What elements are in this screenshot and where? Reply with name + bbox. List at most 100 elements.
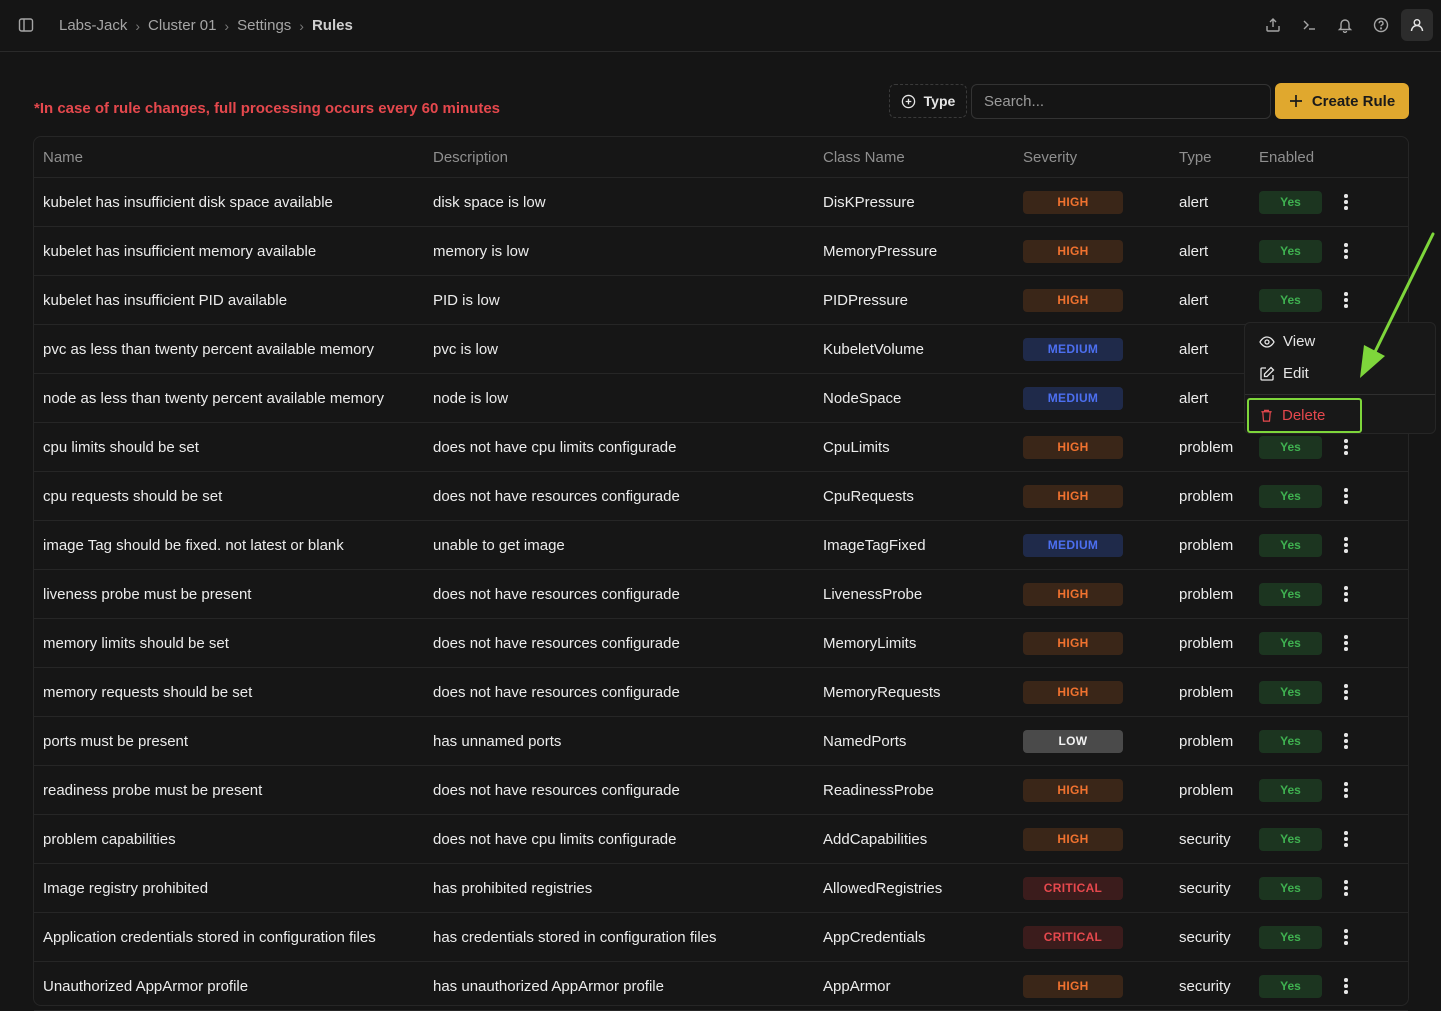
severity-cell: MEDIUM	[1023, 521, 1123, 569]
column-header-severity[interactable]: Severity	[1023, 137, 1077, 177]
breadcrumb-item-cluster[interactable]: Cluster 01	[148, 17, 216, 34]
table-row[interactable]: kubelet has insufficient disk space avai…	[34, 178, 1408, 227]
enabled-badge[interactable]: Yes	[1259, 582, 1322, 606]
column-header-description[interactable]: Description	[433, 137, 508, 177]
table-row[interactable]: cpu limits should be set does not have cp…	[34, 423, 1408, 472]
rule-name: ports must be present	[43, 732, 189, 750]
table-row[interactable]: cpu requests should be set does not have …	[34, 472, 1408, 521]
row-actions-button[interactable]	[1336, 913, 1356, 961]
help-icon[interactable]	[1365, 9, 1397, 41]
severity-badge: HIGH	[1023, 827, 1123, 851]
table-row[interactable]: kubelet has insufficient memory availabl…	[34, 227, 1408, 276]
search-input[interactable]	[971, 84, 1271, 119]
severity-cell: HIGH	[1023, 227, 1123, 275]
enabled-badge[interactable]: Yes	[1259, 288, 1322, 312]
table-row[interactable]: kubelet has insufficient PID available PI…	[34, 276, 1408, 325]
rule-class-name: NamedPorts	[823, 732, 907, 750]
chevron-right-icon: ›	[299, 17, 304, 34]
bell-icon[interactable]	[1329, 9, 1361, 41]
create-rule-button[interactable]: Create Rule	[1275, 83, 1409, 119]
severity-badge: HIGH	[1023, 778, 1123, 802]
column-header-enabled[interactable]: Enabled	[1259, 137, 1314, 177]
row-actions-button[interactable]	[1336, 178, 1356, 226]
enabled-badge[interactable]: Yes	[1259, 827, 1322, 851]
enabled-cell: Yes	[1259, 619, 1322, 667]
row-actions-button[interactable]	[1336, 472, 1356, 520]
terminal-icon[interactable]	[1293, 9, 1325, 41]
sidebar-toggle-icon[interactable]	[14, 13, 38, 37]
enabled-badge[interactable]: Yes	[1259, 925, 1322, 949]
more-vertical-icon	[1344, 782, 1348, 798]
row-actions-button[interactable]	[1336, 815, 1356, 863]
enabled-cell: Yes	[1259, 570, 1322, 618]
enabled-badge[interactable]: Yes	[1259, 680, 1322, 704]
table-row[interactable]: image Tag should be fixed. not latest or…	[34, 521, 1408, 570]
rule-type: problem	[1179, 781, 1234, 799]
breadcrumb-item-settings[interactable]: Settings	[237, 17, 291, 34]
rule-name: readiness probe must be present	[43, 781, 263, 799]
rule-name: cpu requests should be set	[43, 487, 223, 505]
rule-description: has prohibited registries	[433, 879, 593, 897]
menu-item-edit[interactable]: Edit	[1259, 365, 1309, 382]
rule-class-name: PIDPressure	[823, 291, 909, 309]
enabled-badge[interactable]: Yes	[1259, 729, 1322, 753]
rule-description: disk space is low	[433, 193, 546, 211]
user-icon[interactable]	[1401, 9, 1433, 41]
enabled-badge[interactable]: Yes	[1259, 631, 1322, 655]
table-row[interactable]: Image registry prohibited has prohibited …	[34, 864, 1408, 913]
rule-description: does not have resources configurade	[433, 683, 680, 701]
enabled-badge[interactable]: Yes	[1259, 876, 1322, 900]
column-header-type[interactable]: Type	[1179, 137, 1212, 177]
table-row[interactable]: liveness probe must be present does not h…	[34, 570, 1408, 619]
enabled-cell: Yes	[1259, 521, 1322, 569]
severity-badge: HIGH	[1023, 239, 1123, 263]
column-header-class-name[interactable]: Class Name	[823, 137, 905, 177]
enabled-cell: Yes	[1259, 668, 1322, 716]
menu-item-view[interactable]: View	[1259, 333, 1315, 350]
more-vertical-icon	[1344, 194, 1348, 210]
enabled-badge[interactable]: Yes	[1259, 533, 1322, 557]
rule-name: Unauthorized AppArmor profile	[43, 977, 249, 995]
rule-description: node is low	[433, 389, 509, 407]
row-actions-button[interactable]	[1336, 619, 1356, 667]
table-row[interactable]: node as less than twenty percent availab…	[34, 374, 1408, 423]
row-actions-button[interactable]	[1336, 717, 1356, 765]
enabled-badge[interactable]: Yes	[1259, 484, 1322, 508]
enabled-badge[interactable]: Yes	[1259, 190, 1322, 214]
table-row[interactable]: memory limits should be set does not have…	[34, 619, 1408, 668]
rule-type: alert	[1179, 193, 1209, 211]
table-row[interactable]: memory requests should be set does not ha…	[34, 668, 1408, 717]
row-actions-button[interactable]	[1336, 570, 1356, 618]
rule-type: problem	[1179, 438, 1234, 456]
severity-cell: CRITICAL	[1023, 864, 1123, 912]
row-actions-button[interactable]	[1336, 521, 1356, 569]
plus-icon	[1289, 95, 1302, 107]
row-actions-button[interactable]	[1336, 962, 1356, 1010]
enabled-badge[interactable]: Yes	[1259, 239, 1322, 263]
enabled-cell: Yes	[1259, 913, 1322, 961]
rule-description: has credentials stored in configuration …	[433, 928, 717, 946]
rule-class-name: KubeletVolume	[823, 340, 924, 358]
rule-type: security	[1179, 928, 1231, 946]
row-actions-button[interactable]	[1336, 668, 1356, 716]
upload-icon[interactable]	[1257, 9, 1289, 41]
table-row[interactable]: ports must be present has unnamed ports Na…	[34, 717, 1408, 766]
enabled-badge[interactable]: Yes	[1259, 974, 1322, 998]
row-actions-button[interactable]	[1336, 766, 1356, 814]
breadcrumb-item-labs-jack[interactable]: Labs-Jack	[59, 17, 127, 34]
enabled-badge[interactable]: Yes	[1259, 778, 1322, 802]
rule-class-name: DisKPressure	[823, 193, 915, 211]
enabled-badge[interactable]: Yes	[1259, 435, 1322, 459]
plus-circle-icon	[901, 94, 915, 108]
column-header-name[interactable]: Name	[43, 137, 83, 177]
table-row[interactable]: Unauthorized AppArmor profile has unautho…	[34, 962, 1408, 1011]
delete-highlight-box	[1247, 398, 1362, 433]
table-row[interactable]: Application credentials stored in config…	[34, 913, 1408, 962]
severity-cell: HIGH	[1023, 619, 1123, 667]
table-row[interactable]: pvc as less than twenty percent availabl…	[34, 325, 1408, 374]
type-filter-button[interactable]: Type	[889, 84, 967, 118]
table-row[interactable]: problem capabilities does not have cpu li…	[34, 815, 1408, 864]
table-row[interactable]: readiness probe must be present does not …	[34, 766, 1408, 815]
severity-cell: HIGH	[1023, 276, 1123, 324]
row-actions-button[interactable]	[1336, 864, 1356, 912]
